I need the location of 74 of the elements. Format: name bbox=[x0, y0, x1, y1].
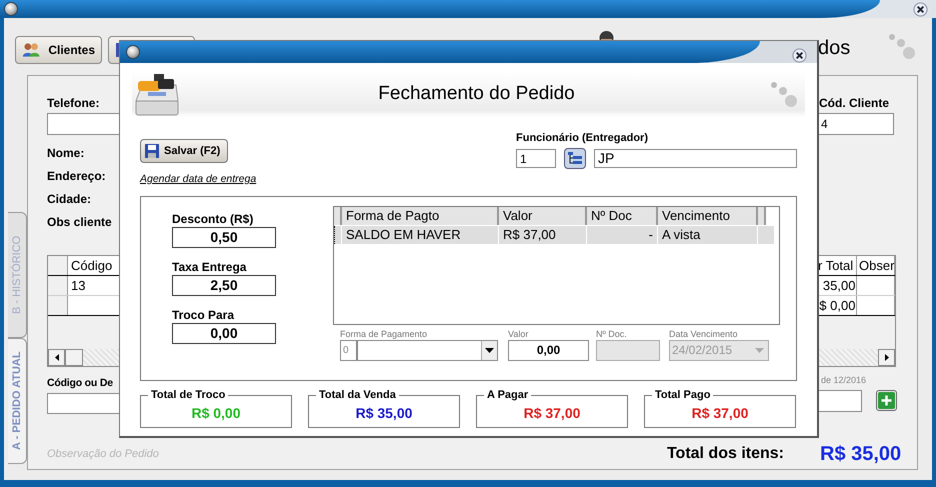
header-filler bbox=[758, 206, 766, 225]
total-label: Total dos itens: bbox=[666, 444, 784, 464]
field-label: Data Vencimento bbox=[669, 328, 739, 340]
field-label: Desconto (R$) bbox=[172, 212, 254, 227]
table-cell: R$ 37,00 bbox=[499, 226, 587, 244]
field-label: Cidade: bbox=[47, 192, 92, 208]
table-cell-text: 13 bbox=[70, 277, 86, 296]
code-field[interactable]: 0 bbox=[340, 340, 357, 361]
window-heading: dos bbox=[818, 37, 850, 59]
table-row[interactable]: SALDO EM HAVER R$ 37,00 - A vista bbox=[334, 226, 774, 244]
toolbar-button[interactable]: Clientes bbox=[15, 36, 102, 64]
scroll-left-button[interactable] bbox=[48, 349, 65, 366]
scroll-thumb[interactable] bbox=[65, 349, 83, 366]
header-filler bbox=[334, 206, 342, 225]
list-button[interactable] bbox=[564, 148, 586, 169]
table-cell: SALDO EM HAVER bbox=[342, 226, 499, 244]
add-button[interactable] bbox=[876, 390, 897, 412]
column-header: Vencimento bbox=[658, 206, 758, 225]
people-icon bbox=[22, 41, 40, 59]
right-arrow-icon bbox=[884, 354, 888, 362]
window-menu-button[interactable] bbox=[126, 45, 140, 59]
column-header: Obser bbox=[857, 256, 895, 276]
column-header: Valor bbox=[499, 206, 587, 225]
left-arrow-icon bbox=[54, 354, 58, 362]
total-value: R$ 37,00 bbox=[692, 404, 748, 423]
close-button[interactable] bbox=[792, 48, 807, 62]
floppy-icon bbox=[144, 143, 160, 159]
field-label: Cód. Cliente bbox=[819, 96, 890, 110]
scroll-right-button[interactable] bbox=[878, 349, 895, 366]
field-label: Obs cliente bbox=[47, 215, 113, 232]
column-header: Forma de Pagto bbox=[342, 206, 499, 225]
window-menu-button[interactable] bbox=[4, 2, 18, 16]
total-value: R$ 37,00 bbox=[524, 404, 580, 423]
input-field[interactable]: 0,00 bbox=[172, 322, 276, 344]
notes-field[interactable]: Observação do Pedido bbox=[47, 447, 197, 461]
schedule-link[interactable]: Agendar data de entrega bbox=[140, 172, 256, 188]
field-label: Valor bbox=[508, 328, 530, 340]
input-field[interactable] bbox=[818, 390, 862, 412]
logo-icon bbox=[771, 82, 797, 106]
field-label: Nº Doc. bbox=[596, 328, 628, 340]
input-field[interactable]: 4 bbox=[818, 113, 894, 135]
input-field[interactable] bbox=[47, 393, 120, 414]
total-value: R$ 35,00 bbox=[356, 404, 412, 423]
field-label: Código ou De bbox=[47, 376, 114, 390]
field-label: Funcionário (Entregador) bbox=[516, 131, 649, 145]
close-button[interactable] bbox=[913, 2, 928, 16]
input-field[interactable]: 1 bbox=[516, 149, 556, 168]
logo-icon bbox=[889, 34, 915, 59]
field-label: Nome: bbox=[47, 146, 86, 162]
save-button[interactable]: Salvar (F2) bbox=[140, 139, 228, 163]
table-cell: A vista bbox=[658, 226, 758, 244]
field-label: Endereço: bbox=[47, 169, 107, 186]
input-field[interactable]: 0,50 bbox=[172, 226, 276, 248]
field-label: Taxa Entrega bbox=[172, 260, 248, 275]
field-label: Telefone: bbox=[47, 96, 100, 110]
dialog-title: Fechamento do Pedido bbox=[377, 82, 576, 106]
total-label: A Pagar bbox=[484, 388, 532, 402]
input-field[interactable] bbox=[47, 113, 120, 135]
caret-icon bbox=[485, 348, 494, 353]
field-label: Troco Para bbox=[172, 308, 236, 323]
input-field[interactable]: 0,00 bbox=[508, 340, 589, 361]
list-icon bbox=[567, 151, 583, 166]
column-header: Código bbox=[70, 257, 114, 276]
hint-text: de 12/2016 bbox=[821, 375, 868, 386]
input-field[interactable]: 2,50 bbox=[172, 274, 276, 296]
total-value: R$ 0,00 bbox=[191, 404, 241, 423]
total-value: R$ 35,00 bbox=[820, 442, 902, 467]
total-label: Total Pago bbox=[652, 388, 714, 402]
table-cell: - bbox=[587, 226, 658, 244]
field-label: Forma de Pagamento bbox=[340, 328, 428, 340]
dropdown-button[interactable] bbox=[481, 340, 497, 360]
column-header: Nº Doc bbox=[587, 206, 658, 225]
input-field[interactable]: JP bbox=[594, 149, 797, 168]
caret-icon bbox=[755, 348, 764, 353]
